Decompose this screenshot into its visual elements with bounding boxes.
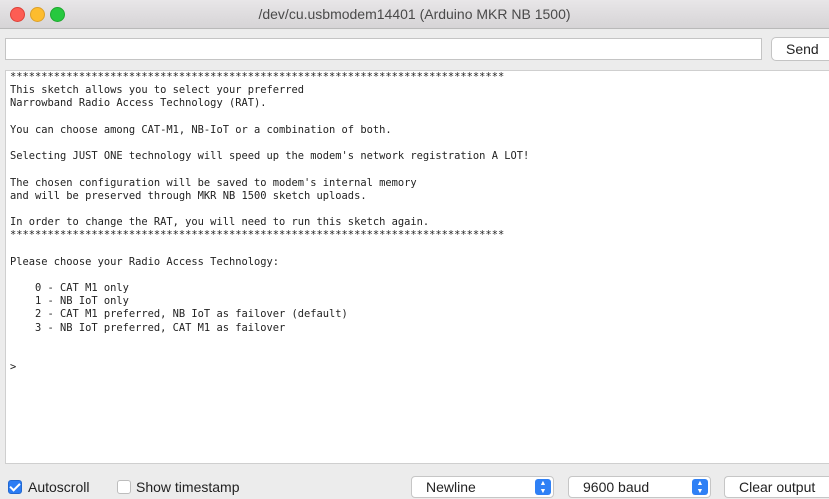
title-bar: /dev/cu.usbmodem14401 (Arduino MKR NB 15… <box>0 0 829 29</box>
output-line: Please choose your Radio Access Technolo… <box>10 255 279 268</box>
output-line: In order to change the RAT, you will nee… <box>10 216 430 229</box>
clear-output-button[interactable]: Clear output <box>724 476 829 498</box>
output-line: 2 - CAT M1 preferred, NB IoT as failover… <box>10 308 348 321</box>
output-line: and will be preserved through MKR NB 150… <box>10 189 367 202</box>
serial-output[interactable]: ****************************************… <box>5 70 829 464</box>
output-line: This sketch allows you to select your pr… <box>10 84 305 97</box>
output-line: 1 - NB IoT only <box>10 295 129 308</box>
autoscroll-label: Autoscroll <box>28 479 90 495</box>
output-line: The chosen configuration will be saved t… <box>10 176 417 189</box>
select-arrows-icon: ▲ ▼ <box>692 479 708 495</box>
send-button[interactable]: Send <box>771 37 829 61</box>
send-bar: Send <box>0 29 829 69</box>
show-timestamp-label: Show timestamp <box>136 479 240 495</box>
bottom-toolbar: Autoscroll Show timestamp Newline ▲ ▼ 960… <box>0 466 829 499</box>
output-line: > <box>10 361 17 374</box>
output-line: Selecting JUST ONE technology will speed… <box>10 150 530 163</box>
serial-input[interactable] <box>5 38 762 60</box>
output-line: ****************************************… <box>10 71 505 83</box>
output-line: ****************************************… <box>10 229 505 242</box>
show-timestamp-checkbox[interactable] <box>117 480 131 494</box>
select-arrows-icon: ▲ ▼ <box>535 479 551 495</box>
checkmark-icon <box>9 480 21 492</box>
line-ending-select[interactable]: Newline ▲ ▼ <box>411 476 554 498</box>
output-line: 3 - NB IoT preferred, CAT M1 as failover <box>10 321 286 334</box>
baud-rate-value: 9600 baud <box>583 479 650 495</box>
window-title: /dev/cu.usbmodem14401 (Arduino MKR NB 15… <box>258 6 571 22</box>
output-line: Narrowband Radio Access Technology (RAT)… <box>10 97 267 110</box>
line-ending-value: Newline <box>426 479 476 495</box>
baud-rate-select[interactable]: 9600 baud ▲ ▼ <box>568 476 711 498</box>
output-line: 0 - CAT M1 only <box>10 282 129 294</box>
output-line: You can choose among CAT-M1, NB-IoT or a… <box>10 123 392 136</box>
autoscroll-checkbox[interactable] <box>8 480 22 494</box>
